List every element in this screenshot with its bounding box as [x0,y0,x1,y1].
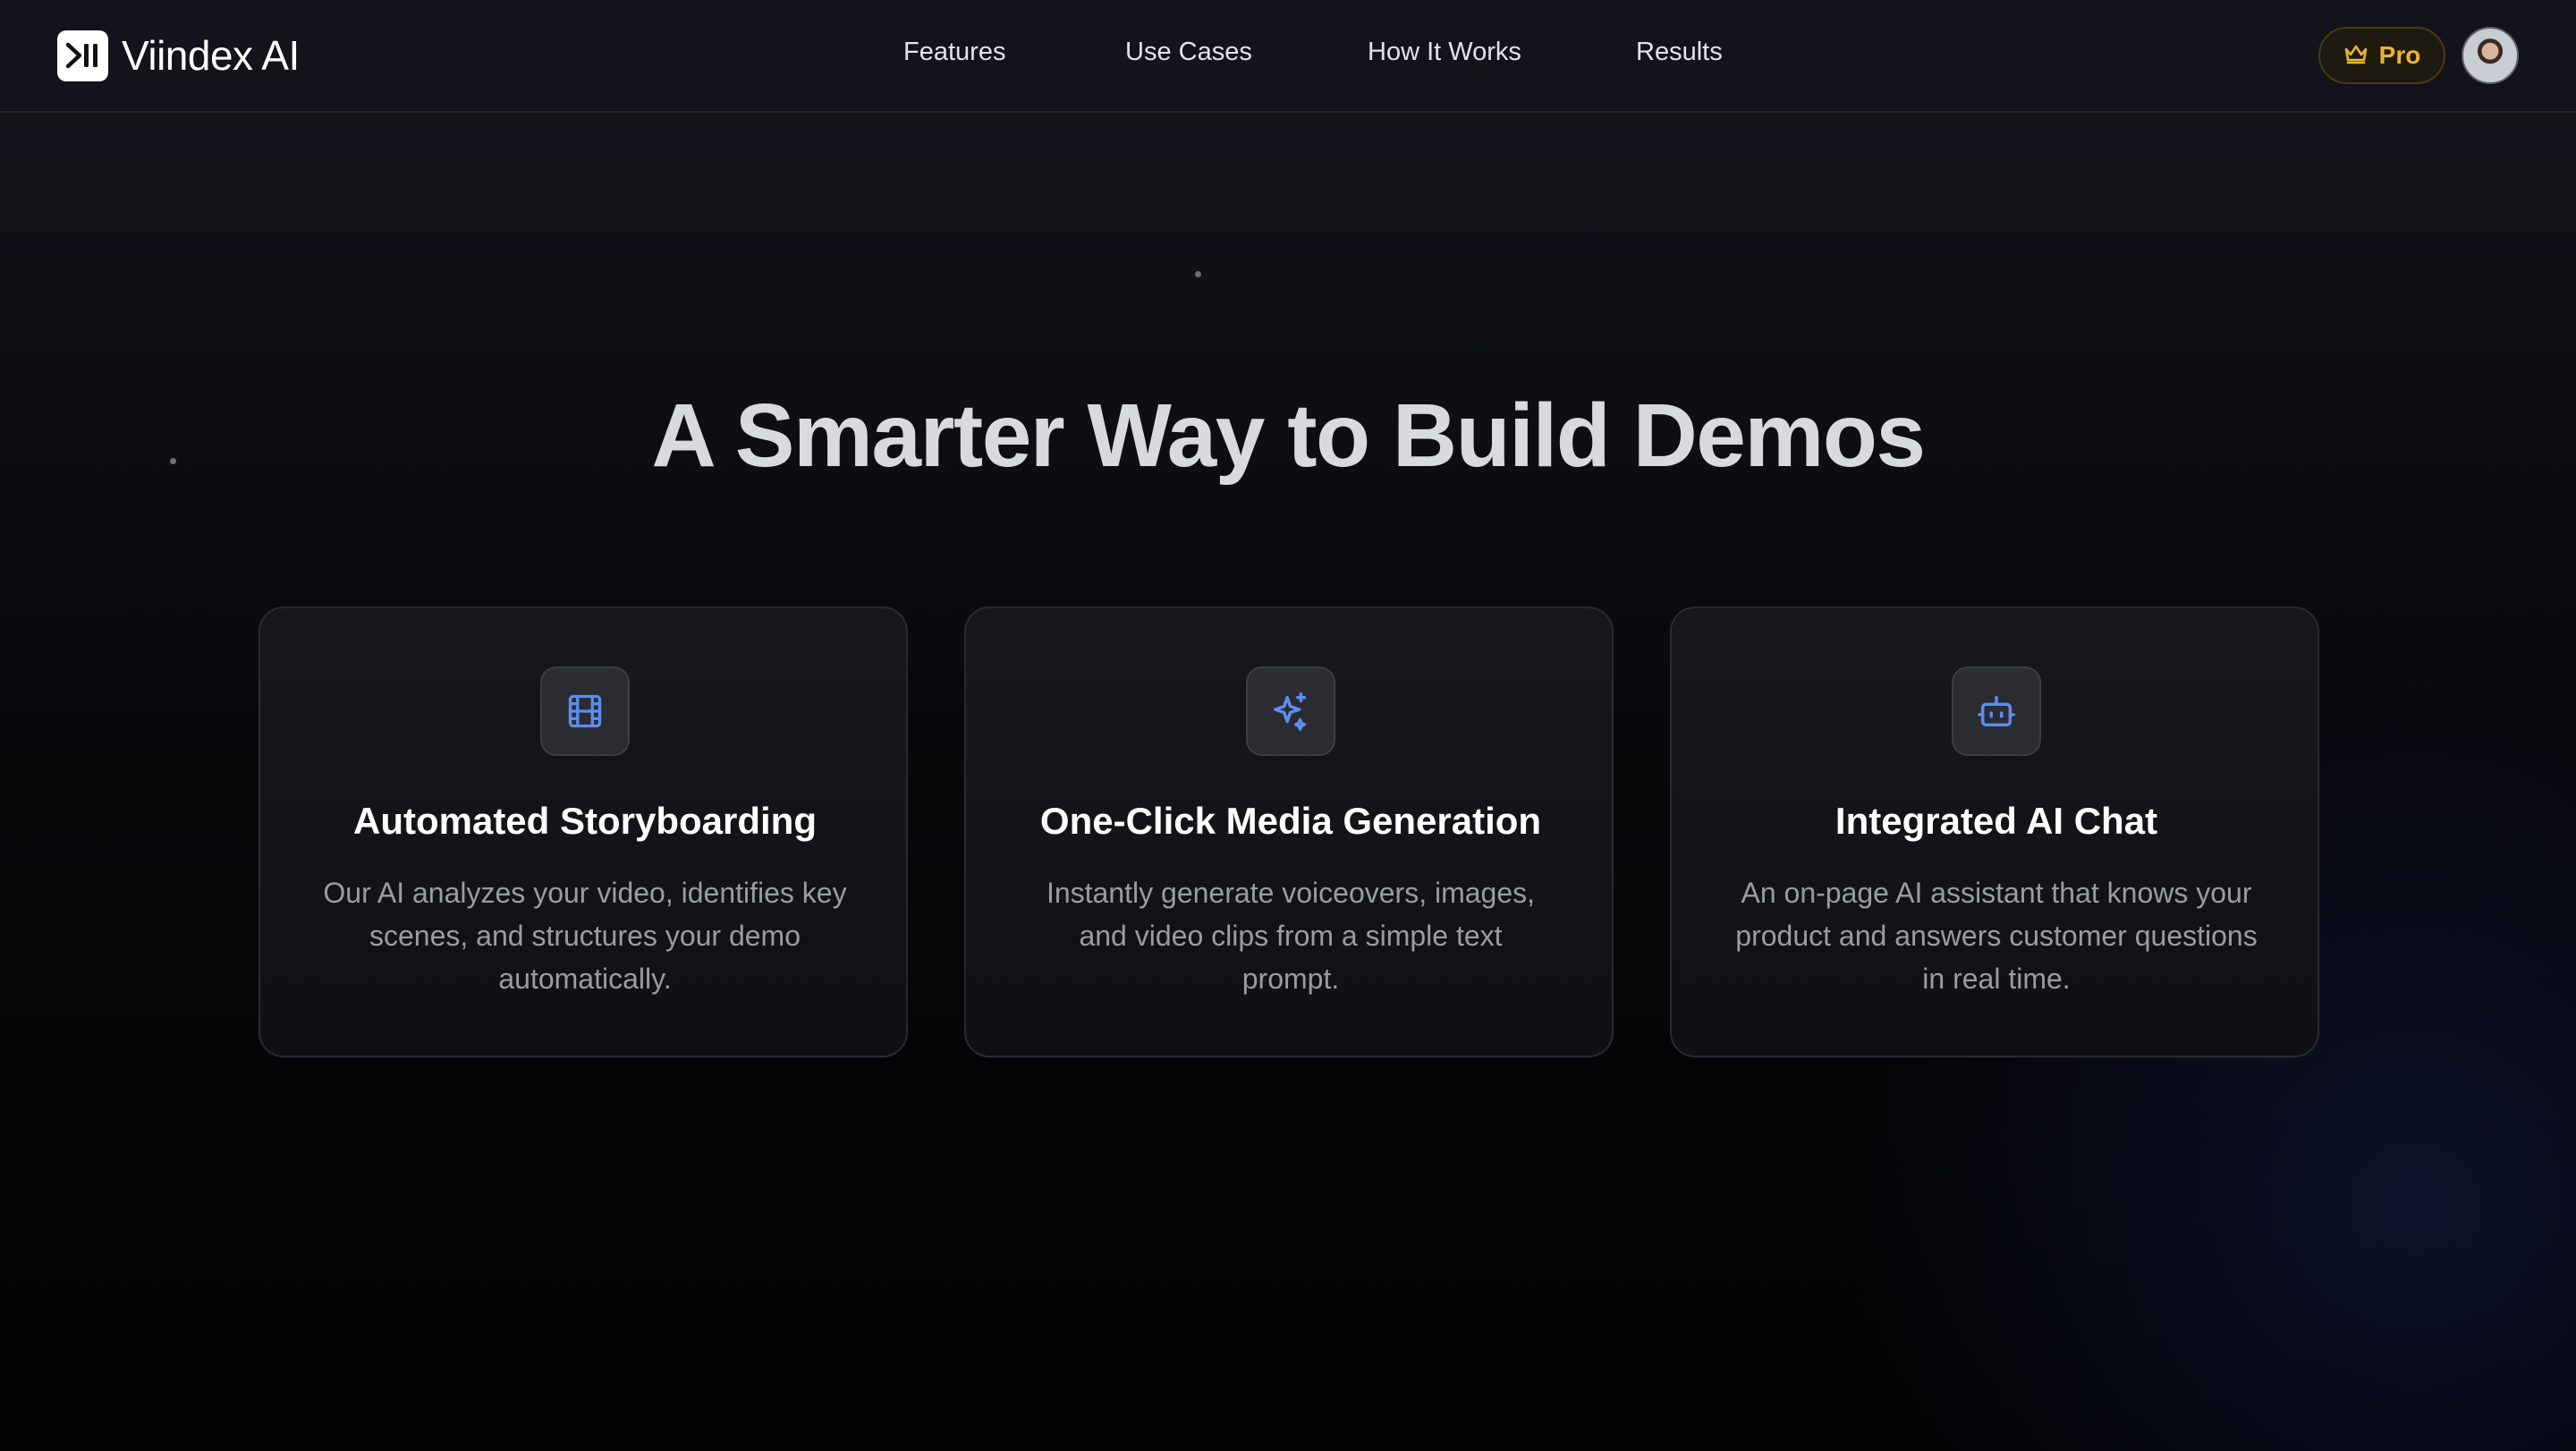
brand-name: Viindex AI [122,32,300,79]
bot-icon [1952,666,2041,756]
feature-card-media-generation: One-Click Media Generation Instantly gen… [964,607,1614,1057]
crown-icon [2343,43,2368,69]
feature-description: Instantly generate voiceovers, images, a… [1046,877,1536,995]
nav-link-results[interactable]: Results [1636,38,1723,67]
hero-title: A Smarter Way to Build Demos [651,386,1926,486]
nav-link-use-cases[interactable]: Use Cases [1125,38,1252,67]
feature-title: Integrated AI Chat [1835,800,2158,842]
user-avatar[interactable] [2462,27,2519,84]
feature-card-ai-chat: Integrated AI Chat An on-page AI assista… [1670,607,2319,1057]
film-icon [540,666,630,756]
feature-title: Automated Storyboarding [352,800,817,842]
feature-title: One-Click Media Generation [1039,800,1542,842]
feature-card-storyboarding: Automated Storyboarding Our AI analyzes … [258,607,908,1057]
brand[interactable]: Viindex AI [57,29,300,82]
sparkles-icon [1246,666,1335,756]
feature-description: Our AI analyzes your video, identifies k… [323,877,847,995]
nav-link-how-it-works[interactable]: How It Works [1368,38,1521,67]
main-nav: Features Use Cases How It Works Results [0,0,2576,113]
background-star [1195,271,1201,277]
play-pause-logo-icon [57,30,108,81]
pro-badge-label: Pro [2378,41,2421,69]
feature-description: An on-page AI assistant that knows your … [1735,877,2258,995]
pro-badge-button[interactable]: Pro [2318,27,2445,84]
site-header: Viindex AI Features Use Cases How It Wor… [0,0,2576,113]
nav-link-features[interactable]: Features [903,38,1005,67]
